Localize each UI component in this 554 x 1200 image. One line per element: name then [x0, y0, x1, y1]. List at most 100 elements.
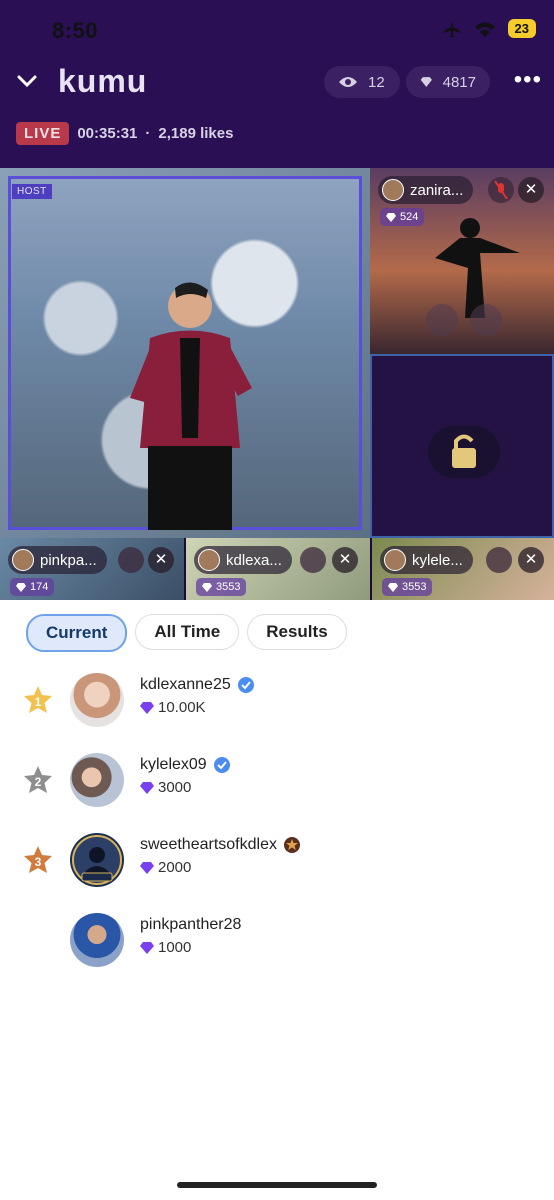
guest-name: kylele... — [412, 551, 463, 569]
live-status-row: LIVE 00:35:31 · 2,189 likes — [16, 122, 233, 145]
guest-name-pill: kylele... — [380, 546, 473, 574]
gem-icon — [140, 861, 154, 874]
silver-star-icon: 2 — [24, 766, 52, 793]
guest-gems: 174 — [10, 578, 55, 596]
mic-off-icon[interactable] — [488, 177, 514, 203]
avatar[interactable] — [70, 753, 124, 807]
host-label: HOST — [12, 184, 52, 199]
battery-indicator: 23 — [507, 19, 536, 38]
score-value: 2000 — [158, 859, 192, 876]
guest-slot-2[interactable]: pinkpa... ✕ 174 — [0, 538, 184, 600]
avatar[interactable] — [70, 913, 124, 967]
likes-count: 2,189 likes — [158, 125, 234, 142]
mic-off-icon[interactable] — [300, 547, 326, 573]
guest-name-pill: kdlexa... — [194, 546, 292, 574]
rank-number: 3 — [35, 855, 42, 869]
leaderboard-sheet: Current All Time Results 1 kdlexanne25 1… — [0, 600, 554, 1200]
rank-number: 1 — [35, 695, 42, 709]
diamonds-pill[interactable]: 4817 — [406, 66, 490, 98]
tab-all-time[interactable]: All Time — [135, 614, 240, 650]
guest-name: kdlexa... — [226, 551, 282, 569]
gem-icon — [140, 941, 154, 954]
close-icon[interactable]: ✕ — [518, 177, 544, 203]
guest-avatar — [12, 549, 34, 571]
lock-icon — [452, 434, 476, 468]
guest-slot-4[interactable]: kylele... ✕ 3553 — [372, 538, 554, 600]
close-icon[interactable]: ✕ — [518, 547, 544, 573]
username-text: kylelex09 — [140, 756, 207, 773]
username: sweetheartsofkdlex — [140, 836, 301, 854]
eye-icon — [339, 77, 357, 87]
guest-name: pinkpa... — [40, 551, 97, 569]
guest-avatar — [384, 549, 406, 571]
camera-off-icon[interactable] — [470, 304, 502, 336]
guest-gems-count: 3553 — [402, 581, 427, 593]
verified-badge-icon — [213, 757, 230, 773]
more-options-icon[interactable]: ••• — [514, 66, 542, 94]
gem-icon — [140, 781, 154, 794]
gift-score: 1000 — [140, 939, 191, 956]
leaderboard-tabs: Current All Time Results — [26, 614, 347, 652]
avatar[interactable] — [70, 833, 124, 887]
username-text: sweetheartsofkdlex — [140, 836, 277, 853]
prime-frame-icon — [72, 835, 122, 885]
guest-slot-locked[interactable] — [370, 354, 554, 538]
viewers-pill[interactable]: 12 — [324, 66, 400, 98]
avatar[interactable] — [70, 673, 124, 727]
host-video[interactable]: HOST — [0, 168, 370, 538]
silhouette-image — [435, 218, 520, 318]
verified-badge-icon — [237, 677, 254, 693]
live-stream-area: 8:50 23 kumu 12 4817 ••• LIVE 00:35:31 ·… — [0, 0, 554, 600]
username: kdlexanne25 — [140, 676, 255, 694]
guest-gems: 524 — [380, 208, 425, 226]
status-icons: 23 — [442, 19, 536, 38]
guest-gems-count: 524 — [400, 211, 419, 223]
rank-number: 2 — [35, 775, 42, 789]
guest-slot-3[interactable]: kdlexa... ✕ 3553 — [186, 538, 370, 600]
elapsed-time: 00:35:31 — [77, 125, 138, 142]
username: pinkpanther28 — [140, 916, 241, 934]
tab-current[interactable]: Current — [26, 614, 128, 652]
home-indicator[interactable] — [177, 1182, 377, 1188]
gold-star-icon: 1 — [24, 686, 52, 713]
gem-icon — [202, 582, 212, 592]
mic-muted-icon[interactable] — [426, 304, 458, 336]
airplane-icon — [443, 20, 460, 37]
gem-icon — [140, 701, 154, 714]
gift-score: 2000 — [140, 859, 191, 876]
diamond-icon — [420, 77, 432, 87]
viewers-count: 12 — [368, 73, 385, 91]
gem-icon — [16, 582, 26, 592]
star-badge-icon — [283, 837, 300, 853]
leaderboard-row[interactable]: 3 sweetheartsofkdlex 2000 — [0, 830, 554, 910]
score-value: 3000 — [158, 779, 192, 796]
gift-score: 10.00K — [140, 699, 206, 716]
guest-slot-1[interactable]: zanira... ✕ 524 — [370, 168, 554, 354]
status-bar: 8:50 23 — [0, 0, 554, 60]
leaderboard-row[interactable]: pinkpanther28 1000 — [0, 910, 554, 990]
score-value: 1000 — [158, 939, 192, 956]
bronze-star-icon: 3 — [24, 846, 52, 873]
guest-gems: 3553 — [196, 578, 247, 596]
diamonds-count: 4817 — [442, 73, 476, 91]
guest-gems-count: 174 — [30, 581, 49, 593]
leaderboard-row[interactable]: 2 kylelex09 3000 — [0, 750, 554, 830]
guest-name: zanira... — [410, 181, 464, 199]
media-controls — [426, 304, 502, 336]
close-icon[interactable]: ✕ — [332, 547, 358, 573]
mic-off-icon[interactable] — [118, 547, 144, 573]
gem-icon — [386, 212, 396, 222]
status-time: 8:50 — [52, 18, 99, 43]
guest-name-pill: zanira... — [378, 176, 474, 204]
stream-header: kumu 12 4817 ••• — [0, 60, 554, 108]
guest-avatar — [198, 549, 220, 571]
tab-results[interactable]: Results — [247, 614, 347, 650]
chevron-down-icon[interactable] — [16, 70, 38, 92]
score-value: 10.00K — [158, 699, 206, 716]
mic-off-icon[interactable] — [486, 547, 512, 573]
gift-score: 3000 — [140, 779, 191, 796]
close-icon[interactable]: ✕ — [148, 547, 174, 573]
username-text: pinkpanther28 — [140, 916, 242, 933]
guest-grid: HOST zanira... ✕ 524 pinkpa... ✕ 174 kdl… — [0, 168, 554, 600]
leaderboard-row[interactable]: 1 kdlexanne25 10.00K — [0, 670, 554, 750]
